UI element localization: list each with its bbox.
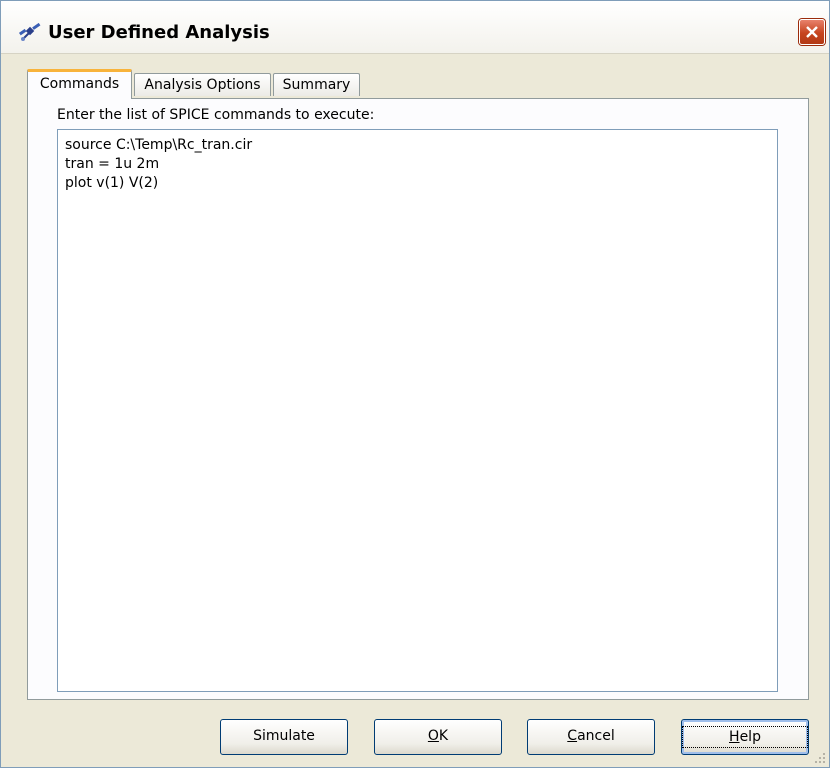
close-button[interactable] <box>799 19 825 45</box>
ok-button-label: OK <box>428 720 448 753</box>
simulate-button-label: Simulate <box>253 728 315 744</box>
satellite-icon <box>18 22 44 43</box>
help-button[interactable]: Help <box>681 719 809 755</box>
command-line: source C:\Temp\Rc_tran.cir <box>65 137 253 153</box>
window-title: User Defined Analysis <box>48 22 270 43</box>
cancel-button[interactable]: Cancel <box>527 719 655 755</box>
command-line: plot v(1) V(2) <box>65 175 159 191</box>
simulate-button[interactable]: Simulate <box>220 719 348 755</box>
ok-mnemonic: O <box>427 728 439 744</box>
ok-label-rest: K <box>438 728 449 744</box>
commands-prompt-label: Enter the list of SPICE commands to exec… <box>57 107 375 123</box>
tab-panel-commands: Enter the list of SPICE commands to exec… <box>27 98 809 700</box>
close-icon <box>806 26 818 38</box>
tab-analysis-options[interactable]: Analysis Options <box>134 73 271 96</box>
tab-summary[interactable]: Summary <box>273 73 360 96</box>
command-line: tran = 1u 2m <box>65 156 160 172</box>
cancel-label-rest: ancel <box>577 728 615 744</box>
resize-grip-icon[interactable] <box>813 751 827 765</box>
cancel-mnemonic: C <box>567 728 578 744</box>
cancel-button-label: Cancel <box>567 720 614 753</box>
help-mnemonic: H <box>729 729 740 745</box>
dialog-window: User Defined Analysis Commands Analysis … <box>0 0 830 768</box>
tab-commands[interactable]: Commands <box>27 69 132 99</box>
spice-commands-textarea[interactable]: source C:\Temp\Rc_tran.cir tran = 1u 2m … <box>57 129 778 692</box>
ok-button[interactable]: OK <box>374 719 502 755</box>
title-bar[interactable]: User Defined Analysis <box>1 1 829 54</box>
help-button-label: Help <box>682 726 808 748</box>
help-label-rest: elp <box>739 729 761 745</box>
